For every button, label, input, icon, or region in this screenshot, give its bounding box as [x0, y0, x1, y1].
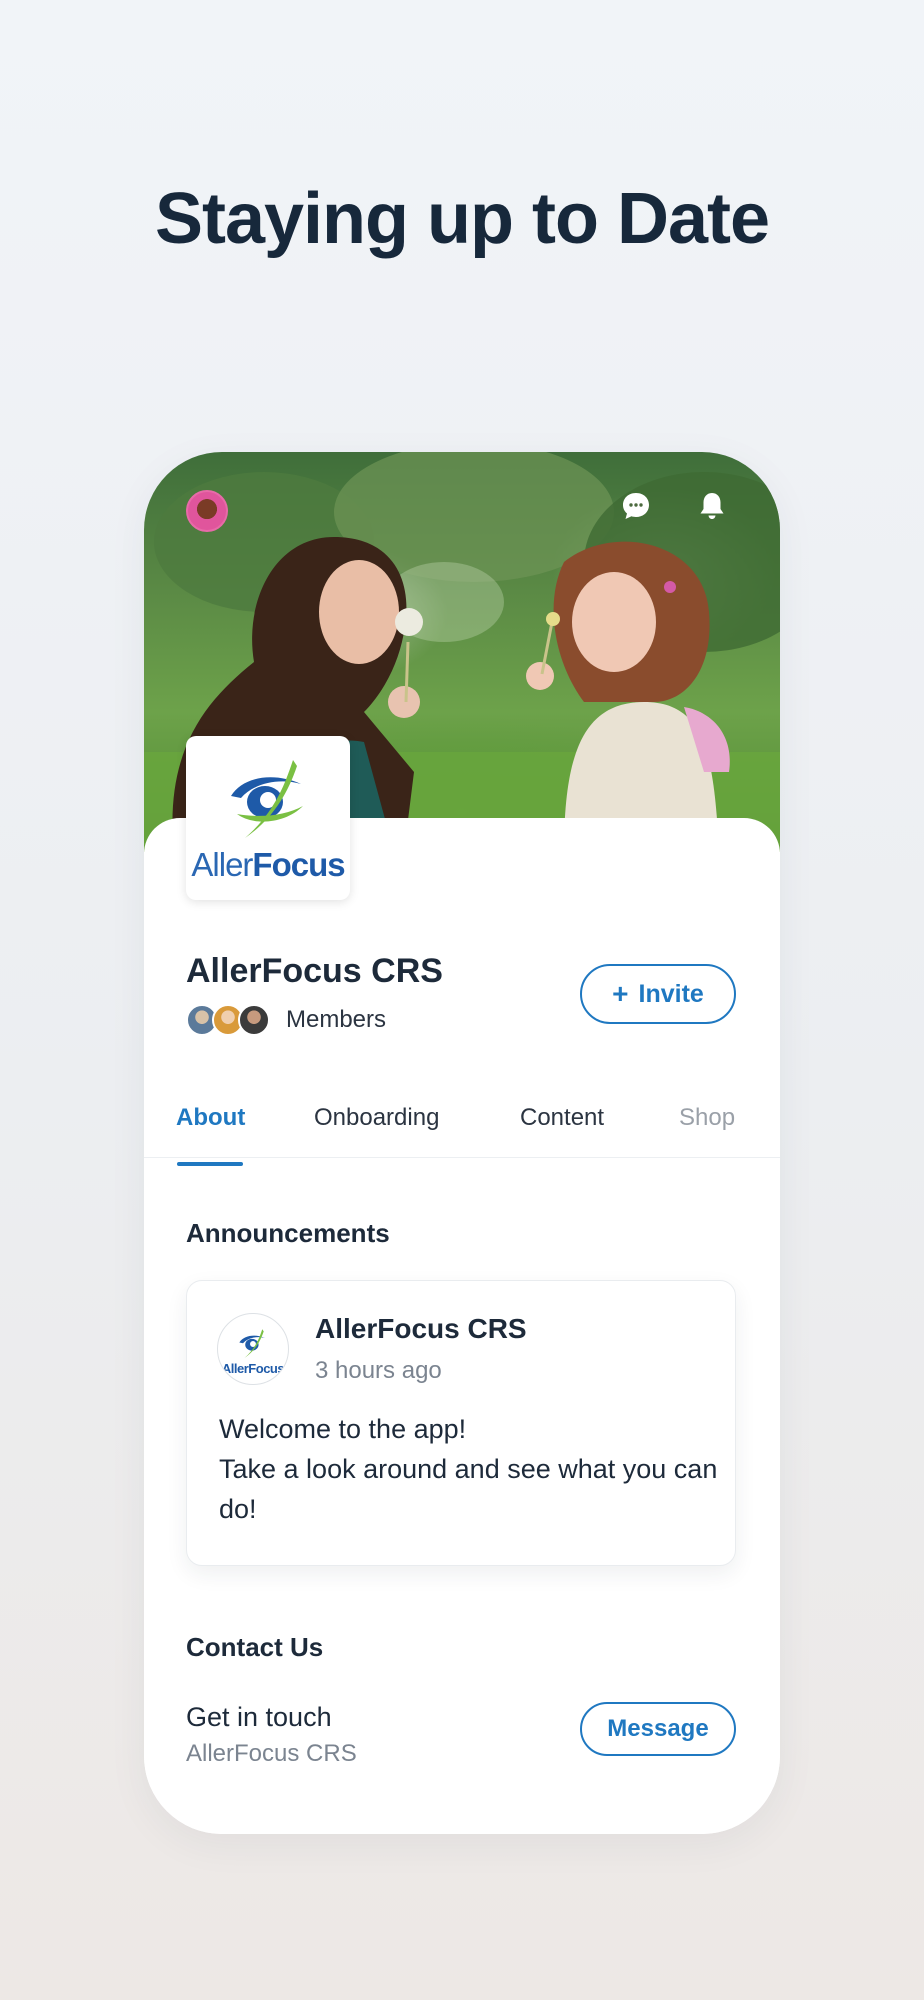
tab-shop[interactable]: Shop [679, 1104, 735, 1132]
contact-title: Contact Us [186, 1632, 324, 1662]
post-author-avatar: AllerFocus [217, 1313, 289, 1385]
member-avatar [238, 1004, 270, 1036]
tab-bar: About Onboarding Content Shop [144, 1092, 780, 1158]
tab-onboarding[interactable]: Onboarding [314, 1104, 439, 1132]
group-logo-wordmark: AllerFocus [191, 846, 345, 884]
announcements-title: Announcements [186, 1218, 390, 1248]
invite-label: Invite [638, 979, 704, 1008]
tab-about[interactable]: About [176, 1104, 245, 1132]
user-avatar[interactable] [186, 490, 228, 532]
logo-word-focus: Focus [252, 846, 345, 883]
bell-icon[interactable] [696, 490, 732, 526]
group-title: AllerFocus CRS [186, 952, 443, 990]
phone-screen: AllerFocus AllerFocus CRS Members + Invi… [144, 452, 780, 1834]
group-logo: AllerFocus [186, 736, 350, 900]
active-tab-indicator [177, 1162, 243, 1166]
announcement-post[interactable]: AllerFocus AllerFocus CRS 3 hours ago We… [186, 1280, 736, 1566]
plus-icon: + [612, 978, 629, 1009]
eye-logo-icon [231, 760, 303, 838]
page-headline: Staying up to Date [154, 179, 770, 259]
members-label: Members [286, 1006, 387, 1033]
invite-button[interactable]: + Invite [580, 964, 736, 1024]
post-avatar-wordmark: AllerFocus [221, 1361, 285, 1376]
message-button[interactable]: Message [580, 1702, 736, 1756]
chat-icon[interactable] [620, 490, 656, 526]
post-author: AllerFocus CRS [315, 1313, 527, 1344]
logo-word-aller: Aller [191, 846, 253, 883]
contact-org: AllerFocus CRS [186, 1740, 357, 1767]
post-body: Welcome to the app! Take a look around a… [219, 1414, 718, 1524]
post-timestamp: 3 hours ago [315, 1357, 442, 1384]
eye-logo-icon [239, 1329, 266, 1359]
members-row[interactable]: Members [186, 1004, 386, 1036]
tab-content[interactable]: Content [520, 1104, 604, 1132]
contact-subtitle: Get in touch [186, 1702, 332, 1732]
